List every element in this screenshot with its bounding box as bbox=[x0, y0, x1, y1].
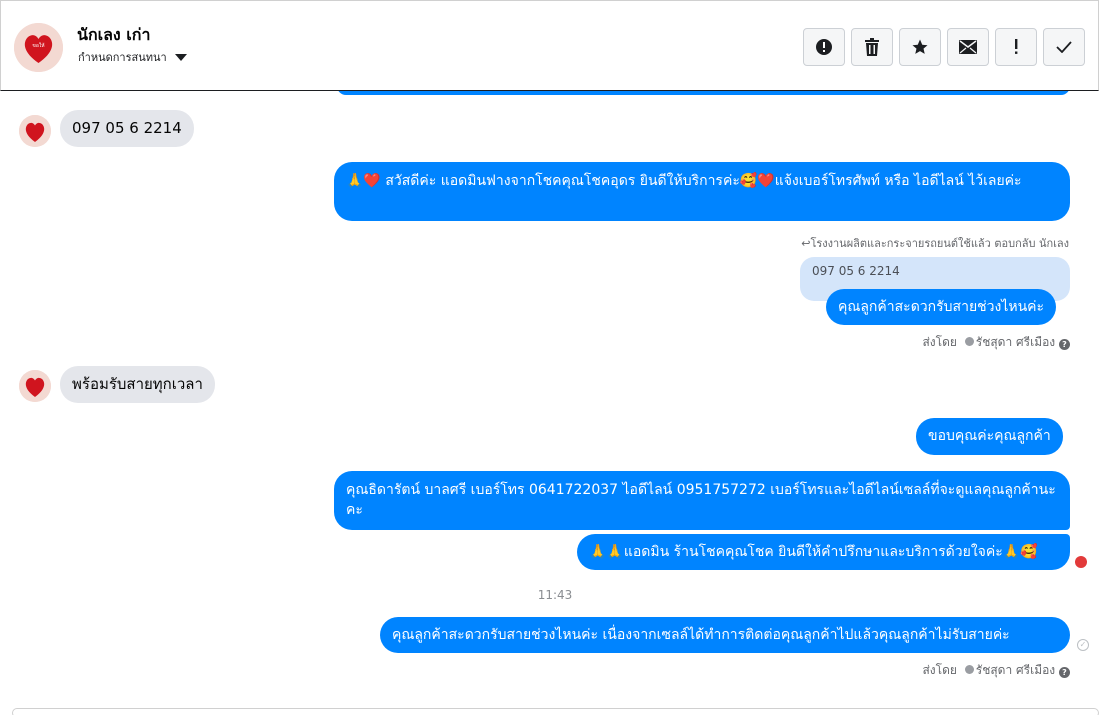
exclamation-icon bbox=[1015, 39, 1018, 54]
help-icon[interactable]: ? bbox=[1059, 339, 1070, 350]
agent-icon bbox=[964, 337, 974, 346]
agent-name: รัชสุดา ศรีเมือง bbox=[975, 335, 1056, 349]
incoming-message[interactable]: 097 05 6 2214 bbox=[60, 110, 194, 147]
outgoing-message[interactable]: ขอบคุณค่ะคุณลูกค้า bbox=[916, 418, 1063, 455]
spam-button[interactable] bbox=[995, 28, 1037, 66]
outgoing-message[interactable]: คุณลูกค้าสะดวกรับสายช่วงไหนค่ะ bbox=[826, 289, 1057, 325]
sent-by-label: ส่งโดย รัชสุดา ศรีเมือง ? bbox=[922, 661, 1070, 680]
contact-avatar-small bbox=[19, 370, 51, 402]
seen-avatar bbox=[1075, 556, 1087, 568]
check-icon bbox=[1056, 41, 1072, 53]
report-button[interactable] bbox=[803, 28, 845, 66]
incoming-message[interactable]: พร้อมรับสายทุกเวลา bbox=[60, 366, 215, 403]
mark-unread-button[interactable] bbox=[947, 28, 989, 66]
message-bubble-partial bbox=[337, 91, 1070, 95]
outgoing-message[interactable]: คุณลูกค้าสะดวกรับสายช่วงไหนค่ะ เนื่องจาก… bbox=[380, 617, 1070, 653]
outgoing-message[interactable]: 🙏❤️ สวัสดีค่ะ แอดมินฟางจากโชคคุณโชคอุดร … bbox=[334, 162, 1070, 221]
svg-text:ขอให้: ขอให้ bbox=[32, 42, 44, 49]
agent-icon bbox=[964, 665, 974, 674]
alert-circle-icon bbox=[816, 39, 832, 55]
delivered-check-icon: ✓ bbox=[1077, 639, 1089, 651]
conversation-header: ขอให้ นักเลง เก่า กำหนดการสนทนา bbox=[0, 0, 1099, 91]
agent-name: รัชสุดา ศรีเมือง bbox=[975, 663, 1056, 677]
outgoing-message[interactable]: คุณธิดารัตน์ บาลศรี เบอร์โทร 0641722037 … bbox=[334, 471, 1070, 530]
caret-down-icon bbox=[174, 54, 187, 61]
delete-button[interactable] bbox=[851, 28, 893, 66]
header-actions bbox=[803, 28, 1085, 66]
star-icon bbox=[912, 39, 928, 54]
schedule-label: กำหนดการสนทนา bbox=[78, 51, 167, 64]
help-icon[interactable]: ? bbox=[1059, 667, 1070, 678]
conversation-schedule-dropdown[interactable]: กำหนดการสนทนา bbox=[78, 48, 187, 66]
message-composer[interactable] bbox=[12, 708, 1099, 715]
sent-by-text: ส่งโดย bbox=[922, 335, 957, 349]
timestamp: 11:43 bbox=[537, 588, 573, 602]
star-button[interactable] bbox=[899, 28, 941, 66]
contact-avatar[interactable]: ขอให้ bbox=[14, 23, 63, 72]
envelope-icon bbox=[959, 40, 977, 54]
reply-context-label: ↩โรงงานผลิตและกระจายรถยนต์ใช้แล้ว ตอบกลั… bbox=[801, 237, 1069, 250]
contact-avatar-small bbox=[19, 115, 51, 147]
message-thread[interactable]: 097 05 6 2214 🙏❤️ สวัสดีค่ะ แอดมินฟางจาก… bbox=[0, 91, 1099, 715]
contact-name: นักเลง เก่า bbox=[77, 25, 151, 44]
done-button[interactable] bbox=[1043, 28, 1085, 66]
sent-by-text: ส่งโดย bbox=[922, 663, 957, 677]
outgoing-message[interactable]: 🙏🙏แอดมิน ร้านโชคคุณโชค ยินดีให้คำปรึกษาแ… bbox=[577, 534, 1070, 570]
sent-by-label: ส่งโดย รัชสุดา ศรีเมือง ? bbox=[922, 333, 1070, 352]
trash-icon bbox=[865, 38, 879, 56]
